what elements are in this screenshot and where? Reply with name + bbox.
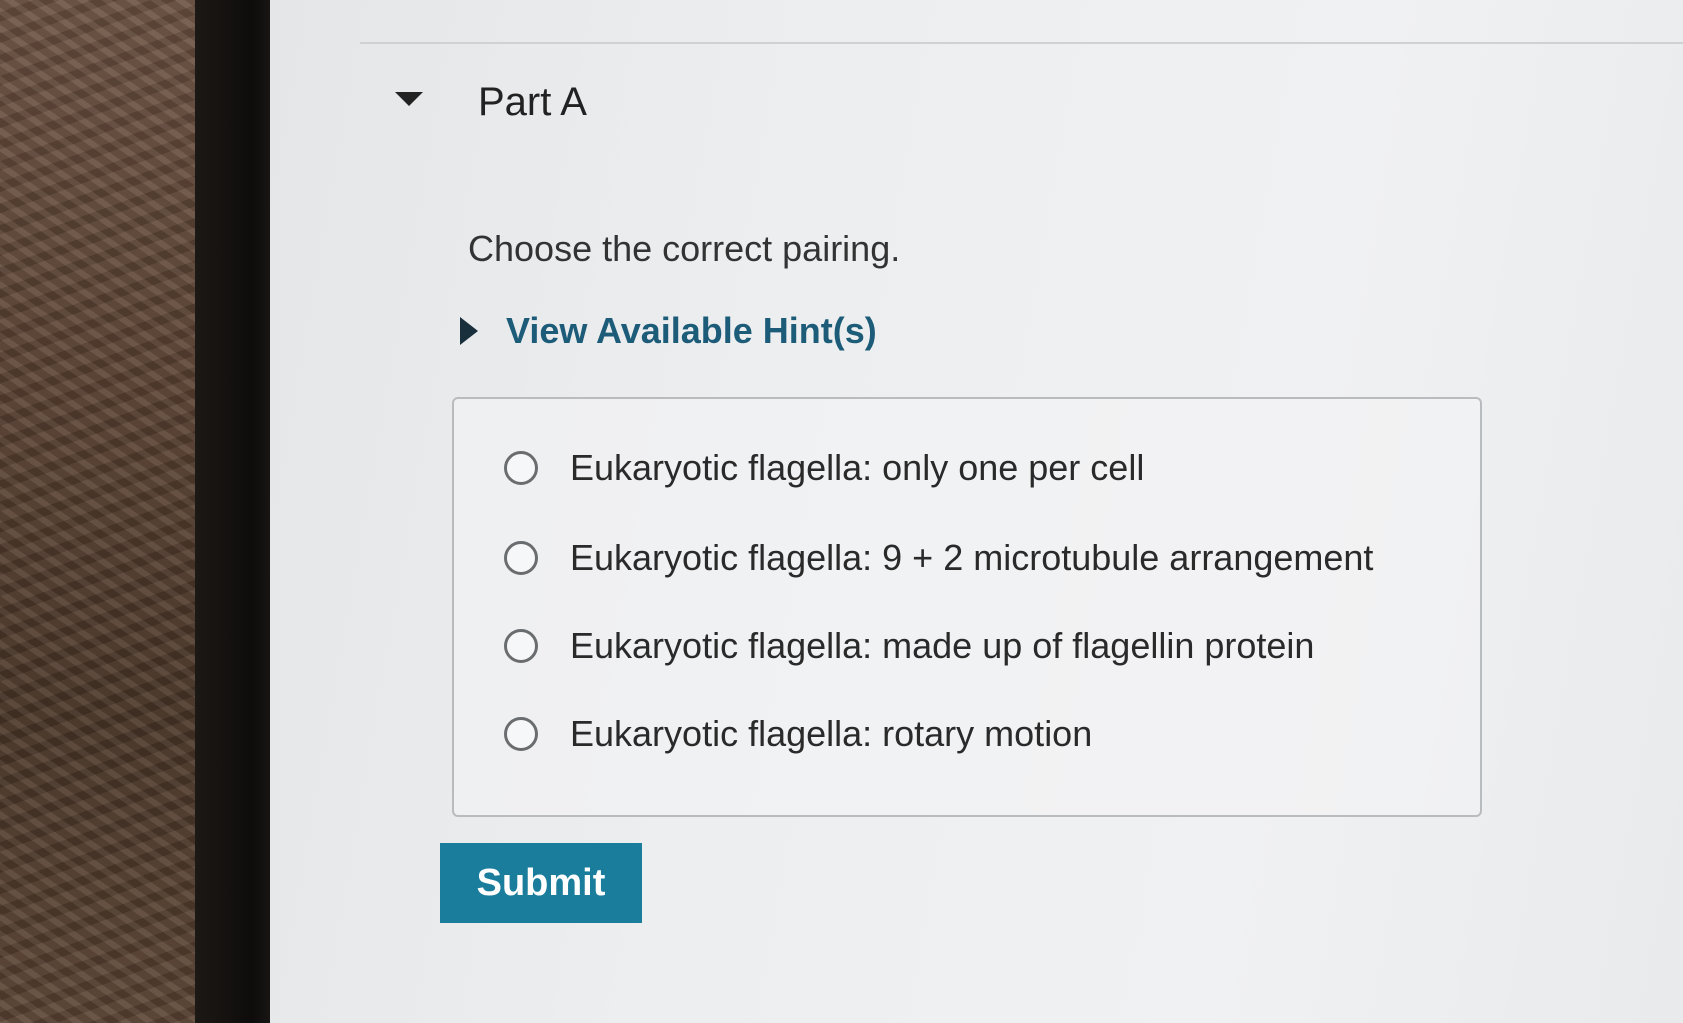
choice-label: Eukaryotic flagella: only one per cell (570, 447, 1145, 488)
radio-button[interactable] (504, 717, 538, 751)
radio-button[interactable] (504, 541, 538, 575)
part-title: Part A (478, 80, 587, 124)
choice-option[interactable]: Eukaryotic flagella: rotary motion (504, 713, 1092, 755)
expand-triangle-icon (460, 317, 478, 345)
view-hints-label: View Available Hint(s) (506, 310, 877, 351)
collapse-triangle-icon[interactable] (395, 92, 423, 106)
choice-label: Eukaryotic flagella: 9 + 2 microtubule a… (570, 537, 1374, 578)
choice-option[interactable]: Eukaryotic flagella: only one per cell (504, 447, 1144, 489)
choice-label: Eukaryotic flagella: made up of flagelli… (570, 625, 1315, 666)
choice-label: Eukaryotic flagella: rotary motion (570, 713, 1093, 754)
choice-option[interactable]: Eukaryotic flagella: made up of flagelli… (504, 625, 1314, 667)
view-hints-toggle[interactable]: View Available Hint(s) (460, 310, 877, 352)
choice-option[interactable]: Eukaryotic flagella: 9 + 2 microtubule a… (504, 537, 1373, 579)
question-prompt: Choose the correct pairing. (468, 228, 901, 269)
submit-button[interactable]: Submit (440, 843, 642, 923)
answer-choices: Eukaryotic flagella: only one per cell E… (452, 397, 1482, 817)
radio-button[interactable] (504, 451, 538, 485)
radio-button[interactable] (504, 629, 538, 663)
section-divider (360, 42, 1683, 44)
